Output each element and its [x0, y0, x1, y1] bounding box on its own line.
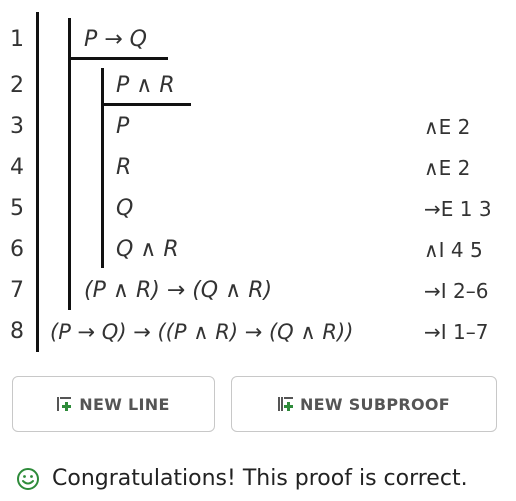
- proof-area: 1 2 3 4 5 6 7 8 P → Q P ∧ R P R Q Q ∧ R …: [0, 0, 516, 360]
- new-line-button[interactable]: NEW LINE: [12, 376, 215, 432]
- line-number: 2: [10, 73, 24, 98]
- status-message: Congratulations! This proof is correct.: [52, 466, 468, 491]
- line-number: 1: [10, 27, 24, 52]
- justification-line-4[interactable]: ∧E 2: [424, 154, 470, 182]
- outer-scope-bar: [36, 12, 39, 352]
- line-number: 8: [10, 319, 24, 344]
- formula-line-6[interactable]: Q ∧ R: [116, 236, 179, 264]
- formula-line-7[interactable]: (P ∧ R) → (Q ∧ R): [84, 277, 272, 305]
- subproof-1-scope-bar: [68, 18, 71, 310]
- line-number: 7: [10, 278, 24, 303]
- justification-line-6[interactable]: ∧I 4 5: [424, 236, 483, 264]
- new-subproof-label: NEW SUBPROOF: [299, 394, 451, 414]
- formula-line-2[interactable]: P ∧ R: [116, 72, 175, 100]
- new-subproof-button[interactable]: NEW SUBPROOF: [231, 376, 497, 432]
- formula-line-3[interactable]: P: [116, 113, 129, 141]
- add-line-icon: [57, 396, 73, 412]
- line-number: 3: [10, 114, 24, 139]
- justification-line-7[interactable]: →I 2–6: [424, 277, 488, 305]
- formula-line-8[interactable]: (P → Q) → ((P ∧ R) → (Q ∧ R)): [50, 318, 353, 346]
- line-number: 5: [10, 196, 24, 221]
- new-line-label: NEW LINE: [79, 394, 170, 414]
- subproof-1-assumption-line: [68, 57, 168, 60]
- subproof-2-scope-bar: [101, 68, 104, 268]
- justification-line-3[interactable]: ∧E 2: [424, 113, 470, 141]
- formula-line-1[interactable]: P → Q: [84, 26, 147, 54]
- add-subproof-icon: [277, 396, 294, 412]
- formula-line-4[interactable]: R: [116, 154, 131, 182]
- line-number: 4: [10, 155, 24, 180]
- formula-line-5[interactable]: Q: [116, 195, 133, 223]
- line-number: 6: [10, 237, 24, 262]
- subproof-2-assumption-line: [101, 103, 191, 106]
- justification-line-5[interactable]: →E 1 3: [424, 195, 492, 223]
- smiley-icon: [16, 467, 40, 491]
- justification-line-8[interactable]: →I 1–7: [424, 318, 488, 346]
- proof-status: Congratulations! This proof is correct.: [16, 464, 468, 494]
